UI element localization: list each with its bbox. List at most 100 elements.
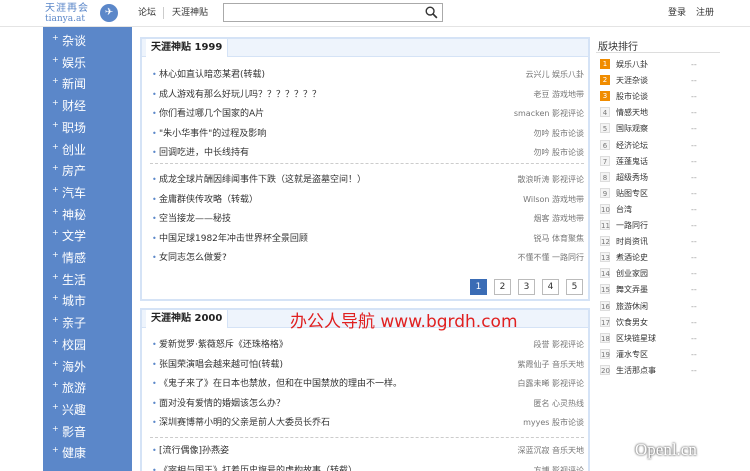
post-title-link[interactable]: 张国荣演唱会越来越可怕(转载)	[159, 358, 283, 372]
page-button[interactable]: 5	[566, 279, 583, 295]
sidebar-item[interactable]: + 娱乐	[43, 53, 132, 74]
ranking-item[interactable]: 18 区块链星球 --	[600, 332, 720, 346]
post-title-link[interactable]: 林心如直认暗恋某君(转载)	[159, 68, 265, 82]
sidebar-item[interactable]: + 生活	[43, 270, 132, 291]
sidebar-item[interactable]: + 兴趣	[43, 400, 132, 421]
post-row[interactable]: • "朱小华事件"的过程及影响 勿吟 股市论谈	[150, 127, 584, 141]
ranking-item[interactable]: 20 生活那点事 --	[600, 364, 720, 378]
post-row[interactable]: • 《宰相与国王》打着历史旗号的虚构故事（转载） 方博 影视评论	[150, 464, 584, 471]
post-row[interactable]: • 中国足球1982年冲击世界杯全景回顾 锐马 体育聚焦	[150, 232, 584, 246]
ranking-item-name[interactable]: 时尚资讯	[616, 236, 648, 248]
post-title-link[interactable]: 成龙全球片酬因绯闻事件下跌（这就是盗墓空间！）	[159, 173, 366, 187]
sidebar-item[interactable]: + 影音	[43, 422, 132, 443]
post-row[interactable]: • 金庸群侠传攻略（转载） Wilson 游戏地带	[150, 193, 584, 207]
sidebar-item[interactable]: + 职场	[43, 118, 132, 139]
sidebar-item[interactable]: + 新闻	[43, 74, 132, 95]
ranking-item-name[interactable]: 莲蓬鬼话	[616, 156, 648, 168]
post-row[interactable]: • 成人游戏有那么好玩儿吗？？？？？？？ 老豆 游戏地带	[150, 88, 584, 102]
ranking-item[interactable]: 6 经济论坛 --	[600, 139, 720, 153]
post-title-link[interactable]: 面对没有爱情的婚姻该怎么办？	[159, 397, 285, 411]
ranking-item[interactable]: 9 贴图专区 --	[600, 187, 720, 201]
ranking-item[interactable]: 14 创业家园 --	[600, 267, 720, 281]
ranking-item-name[interactable]: 舞文弄墨	[616, 284, 648, 296]
page-button[interactable]: 3	[518, 279, 535, 295]
sidebar-item[interactable]: + 神秘	[43, 205, 132, 226]
ranking-item[interactable]: 13 煮酒论史 --	[600, 251, 720, 265]
search-icon[interactable]	[425, 6, 438, 19]
ranking-item-name[interactable]: 台湾	[616, 204, 632, 216]
ranking-item[interactable]: 12 时尚资讯 --	[600, 235, 720, 249]
post-title-link[interactable]: 成人游戏有那么好玩儿吗？？？？？？？	[159, 88, 321, 102]
post-title-link[interactable]: "朱小华事件"的过程及影响	[159, 127, 266, 141]
sidebar-item[interactable]: + 房产	[43, 161, 132, 182]
ranking-item[interactable]: 19 灌水专区 --	[600, 348, 720, 362]
sidebar-item[interactable]: + 健康	[43, 443, 132, 464]
ranking-item-name[interactable]: 一路同行	[616, 220, 648, 232]
ranking-item-name[interactable]: 灌水专区	[616, 349, 648, 361]
post-row[interactable]: • 女同志怎么做爱? 不懂不懂 一路同行	[150, 251, 584, 265]
post-row[interactable]: • 你们看过哪几个国家的A片 smacken 影视评论	[150, 107, 584, 121]
sidebar-item[interactable]: + 汽车	[43, 183, 132, 204]
sidebar-item[interactable]: + 城市	[43, 291, 132, 312]
post-title-link[interactable]: 爱新觉罗·紫薇怒斥《还珠格格》	[159, 338, 288, 352]
nav-forum-link[interactable]: 论坛	[138, 8, 156, 19]
post-row[interactable]: • 空当接龙——秘技 烟客 游戏地带	[150, 212, 584, 226]
post-row[interactable]: • 深圳赛博蒂小明的父亲是前人大委员长乔石 myyes 股市论谈	[150, 416, 584, 430]
page-button[interactable]: 1	[470, 279, 487, 295]
ranking-item-name[interactable]: 煮酒论史	[616, 252, 648, 264]
search-input[interactable]	[226, 5, 422, 20]
post-title-link[interactable]: [流行偶像]孙燕姿	[159, 444, 229, 458]
post-title-link[interactable]: 《鬼子来了》在日本也禁放，但和在中国禁放的理由不一样。	[159, 377, 402, 391]
post-title-link[interactable]: 《宰相与国王》打着历史旗号的虚构故事（转载）	[159, 464, 357, 471]
ranking-item-name[interactable]: 经济论坛	[616, 140, 648, 152]
sidebar-item[interactable]: + 杂谈	[43, 31, 132, 52]
ranking-item[interactable]: 15 舞文弄墨 --	[600, 283, 720, 297]
ranking-item[interactable]: 7 莲蓬鬼话 --	[600, 155, 720, 169]
ranking-item[interactable]: 17 饮食男女 --	[600, 316, 720, 330]
ranking-item[interactable]: 2 天涯杂谈 --	[600, 74, 720, 88]
ranking-item-name[interactable]: 贴图专区	[616, 188, 648, 200]
ranking-item-name[interactable]: 饮食男女	[616, 317, 648, 329]
ranking-item-name[interactable]: 情感天地	[616, 107, 648, 119]
ranking-item-name[interactable]: 生活那点事	[616, 365, 656, 377]
ranking-item-name[interactable]: 娱乐八卦	[616, 59, 648, 71]
ranking-item-name[interactable]: 超级秀场	[616, 172, 648, 184]
sidebar-item[interactable]: + 情感	[43, 248, 132, 269]
sidebar-item[interactable]: + 亲子	[43, 313, 132, 334]
post-title-link[interactable]: 你们看过哪几个国家的A片	[159, 107, 264, 121]
site-logo[interactable]: 天涯再会 tianya.at ✈	[45, 3, 125, 25]
ranking-item-name[interactable]: 股市论谈	[616, 91, 648, 103]
ranking-item[interactable]: 1 娱乐八卦 --	[600, 58, 720, 72]
post-row[interactable]: • 《鬼子来了》在日本也禁放，但和在中国禁放的理由不一样。 白露未晞 影视评论	[150, 377, 584, 391]
sidebar-item[interactable]: + 校园	[43, 335, 132, 356]
post-title-link[interactable]: 金庸群侠传攻略（转载）	[159, 193, 258, 207]
sidebar-item[interactable]: + 文学	[43, 226, 132, 247]
ranking-item-name[interactable]: 旅游休闲	[616, 301, 648, 313]
ranking-item[interactable]: 3 股市论谈 --	[600, 90, 720, 104]
ranking-item[interactable]: 16 旅游休闲 --	[600, 300, 720, 314]
post-row[interactable]: • [流行偶像]孙燕姿 深蓝沉寂 音乐天地	[150, 444, 584, 458]
post-title-link[interactable]: 女同志怎么做爱?	[159, 251, 227, 265]
post-title-link[interactable]: 空当接龙——秘技	[159, 212, 231, 226]
ranking-item-name[interactable]: 天涯杂谈	[616, 75, 648, 87]
sidebar-item[interactable]: + 海外	[43, 357, 132, 378]
post-row[interactable]: • 回调吃进，中长线持有 勿吟 股市论谈	[150, 146, 584, 160]
post-row[interactable]: • 林心如直认暗恋某君(转载) 云兴儿 娱乐八卦	[150, 68, 584, 82]
post-row[interactable]: • 面对没有爱情的婚姻该怎么办？ 匿名 心灵热线	[150, 397, 584, 411]
ranking-item-name[interactable]: 区块链星球	[616, 333, 656, 345]
nav-hot-posts-link[interactable]: 天涯神贴	[172, 8, 208, 19]
login-link[interactable]: 登录	[668, 8, 686, 19]
ranking-item[interactable]: 10 台湾 --	[600, 203, 720, 217]
ranking-item-name[interactable]: 创业家园	[616, 268, 648, 280]
post-title-link[interactable]: 深圳赛博蒂小明的父亲是前人大委员长乔石	[159, 416, 330, 430]
post-title-link[interactable]: 回调吃进，中长线持有	[159, 146, 249, 160]
post-row[interactable]: • 成龙全球片酬因绯闻事件下跌（这就是盗墓空间！） 散浪听涛 影视评论	[150, 173, 584, 187]
post-row[interactable]: • 张国荣演唱会越来越可怕(转载) 紫霞仙子 音乐天地	[150, 358, 584, 372]
sidebar-item[interactable]: + 旅游	[43, 378, 132, 399]
post-row[interactable]: • 爱新觉罗·紫薇怒斥《还珠格格》 段誉 影视评论	[150, 338, 584, 352]
ranking-item[interactable]: 8 超级秀场 --	[600, 171, 720, 185]
ranking-item[interactable]: 5 国际观察 --	[600, 122, 720, 136]
page-button[interactable]: 4	[542, 279, 559, 295]
sidebar-item[interactable]: + 创业	[43, 140, 132, 161]
ranking-item[interactable]: 4 情感天地 --	[600, 106, 720, 120]
